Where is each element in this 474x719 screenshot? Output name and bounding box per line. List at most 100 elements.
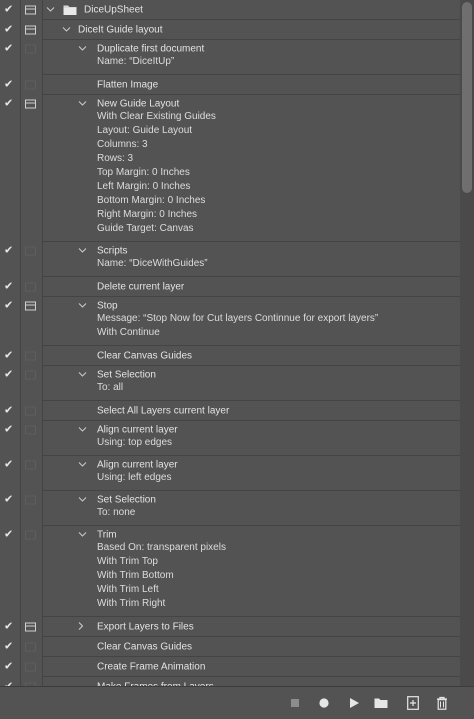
action-label: Stop	[97, 300, 118, 311]
checkmark-toggle[interactable]: ✔	[4, 245, 13, 256]
chevron-down-icon[interactable]	[78, 495, 87, 504]
dialog-toggle[interactable]	[25, 99, 36, 108]
new-action-button[interactable]	[405, 695, 421, 711]
action-row[interactable]: ✔Make Frames from Layers	[0, 677, 460, 686]
checkmark-toggle[interactable]: ✔	[4, 459, 13, 470]
checkmark-toggle[interactable]: ✔	[4, 350, 13, 362]
chevron-down-icon[interactable]	[46, 6, 55, 15]
dialog-toggle[interactable]	[25, 530, 36, 539]
action-row[interactable]: ✔ Set Selection To: none	[0, 491, 460, 526]
action-row[interactable]: ✔ Stop Message: “Stop Now for Cut layers C…	[0, 297, 460, 346]
chevron-right-icon[interactable]	[78, 622, 84, 633]
chevron-down-icon[interactable]	[78, 460, 87, 469]
dialog-toggle[interactable]	[25, 406, 36, 416]
action-row[interactable]: ✔ Delete current layer	[0, 277, 460, 297]
action-detail: Using: top edges	[97, 437, 173, 448]
action-label: DiceIt Guide layout	[78, 24, 163, 36]
stop-playing-button[interactable]	[287, 695, 303, 711]
action-header[interactable]: ✔ DiceIt Guide layout	[0, 20, 460, 40]
action-header[interactable]: ✔ Select All Layers current layer	[0, 401, 460, 421]
action-header[interactable]: ✔ Set Selection	[0, 366, 460, 383]
dialog-toggle[interactable]	[25, 246, 36, 255]
dialog-toggle[interactable]	[25, 282, 36, 292]
chevron-down-icon[interactable]	[78, 44, 87, 53]
action-detail: Bottom Margin: 0 Inches	[97, 195, 206, 206]
action-row[interactable]: ✔ New Guide Layout With Clear Existing Gui…	[0, 95, 460, 242]
action-row[interactable]: ✔ Set Selection To: all	[0, 366, 460, 401]
dialog-toggle[interactable]	[25, 80, 36, 90]
dialog-toggle[interactable]	[25, 370, 36, 379]
scroll-thumb[interactable]	[462, 2, 472, 193]
action-header[interactable]: ✔ Trim	[0, 526, 460, 543]
action-header[interactable]: ✔ Duplicate first document	[0, 40, 460, 57]
chevron-down-icon[interactable]	[78, 99, 87, 108]
action-label: Scripts	[97, 245, 128, 256]
chevron-down-icon[interactable]	[78, 530, 87, 539]
action-header[interactable]: ✔ Stop	[0, 297, 460, 314]
checkmark-toggle[interactable]: ✔	[4, 405, 13, 417]
dialog-toggle[interactable]	[25, 25, 36, 35]
action-row[interactable]: ✔ Clear Canvas Guides	[0, 637, 460, 657]
action-header[interactable]: ✔ New Guide Layout	[0, 95, 460, 112]
delete-button[interactable]	[434, 695, 450, 711]
checkmark-toggle[interactable]: ✔	[4, 281, 13, 293]
checkmark-toggle[interactable]: ✔	[4, 369, 13, 380]
checkmark-toggle[interactable]: ✔	[4, 43, 13, 54]
dialog-toggle[interactable]	[25, 5, 36, 15]
action-row[interactable]: ✔ Trim Based On: transparent pixels With Tr…	[0, 526, 460, 617]
checkmark-toggle[interactable]: ✔	[4, 300, 13, 311]
checkmark-toggle[interactable]: ✔	[4, 79, 13, 91]
action-header[interactable]: ✔ Export Layers to Files	[0, 617, 460, 637]
checkmark-toggle[interactable]: ✔	[4, 661, 13, 673]
checkmark-toggle[interactable]: ✔	[4, 529, 13, 540]
action-row[interactable]: ✔ Align current layer Using: left edges	[0, 456, 460, 491]
checkmark-toggle[interactable]: ✔	[4, 621, 13, 633]
checkmark-toggle[interactable]: ✔	[4, 641, 13, 653]
checkmark-toggle[interactable]: ✔	[4, 4, 13, 16]
checkmark-toggle[interactable]: ✔	[4, 24, 13, 36]
dialog-toggle[interactable]	[25, 44, 36, 53]
dialog-toggle[interactable]	[25, 425, 36, 434]
dialog-toggle[interactable]	[25, 301, 36, 310]
action-row[interactable]: ✔ DiceUpSheet	[0, 0, 460, 20]
new-set-button[interactable]	[373, 695, 389, 711]
play-button[interactable]	[346, 695, 362, 711]
dialog-toggle[interactable]	[25, 642, 36, 652]
action-header[interactable]: ✔ Clear Canvas Guides	[0, 346, 460, 366]
checkmark-toggle[interactable]: ✔	[4, 98, 13, 109]
action-header[interactable]: ✔Make Frames from Layers	[0, 677, 460, 686]
dialog-toggle[interactable]	[25, 662, 36, 672]
scrollbar[interactable]	[460, 0, 474, 686]
action-row[interactable]: ✔ Export Layers to Files	[0, 617, 460, 637]
action-row[interactable]: ✔ Clear Canvas Guides	[0, 346, 460, 366]
action-header[interactable]: ✔ Scripts	[0, 242, 460, 259]
dialog-toggle[interactable]	[25, 351, 36, 361]
action-header[interactable]: ✔ Clear Canvas Guides	[0, 637, 460, 657]
action-header[interactable]: ✔ Align current layer	[0, 456, 460, 473]
action-row[interactable]: ✔ Scripts Name: “DiceWithGuides”	[0, 242, 460, 277]
action-header[interactable]: ✔ Set Selection	[0, 491, 460, 508]
action-row[interactable]: ✔ Align current layer Using: top edges	[0, 421, 460, 456]
action-row[interactable]: ✔ DiceIt Guide layout	[0, 20, 460, 40]
checkmark-toggle[interactable]: ✔	[4, 424, 13, 435]
action-header[interactable]: ✔ Delete current layer	[0, 277, 460, 297]
action-row[interactable]: ✔ Create Frame Animation	[0, 657, 460, 677]
chevron-down-icon[interactable]	[78, 246, 87, 255]
action-row[interactable]: ✔ Flatten Image	[0, 75, 460, 95]
action-header[interactable]: ✔ Align current layer	[0, 421, 460, 438]
chevron-down-icon[interactable]	[62, 26, 71, 35]
chevron-down-icon[interactable]	[78, 370, 87, 379]
action-detail: Rows: 3	[97, 153, 134, 164]
dialog-toggle[interactable]	[25, 622, 36, 632]
chevron-down-icon[interactable]	[78, 425, 87, 434]
action-row[interactable]: ✔ Select All Layers current layer	[0, 401, 460, 421]
chevron-down-icon[interactable]	[78, 301, 87, 310]
checkmark-toggle[interactable]: ✔	[4, 494, 13, 505]
dialog-toggle[interactable]	[25, 495, 36, 504]
dialog-toggle[interactable]	[25, 460, 36, 469]
record-button[interactable]	[316, 695, 332, 711]
action-header[interactable]: ✔ Flatten Image	[0, 75, 460, 95]
action-header[interactable]: ✔ DiceUpSheet	[0, 0, 460, 20]
action-row[interactable]: ✔ Duplicate first document Name: “DiceItUp…	[0, 40, 460, 75]
action-header[interactable]: ✔ Create Frame Animation	[0, 657, 460, 677]
